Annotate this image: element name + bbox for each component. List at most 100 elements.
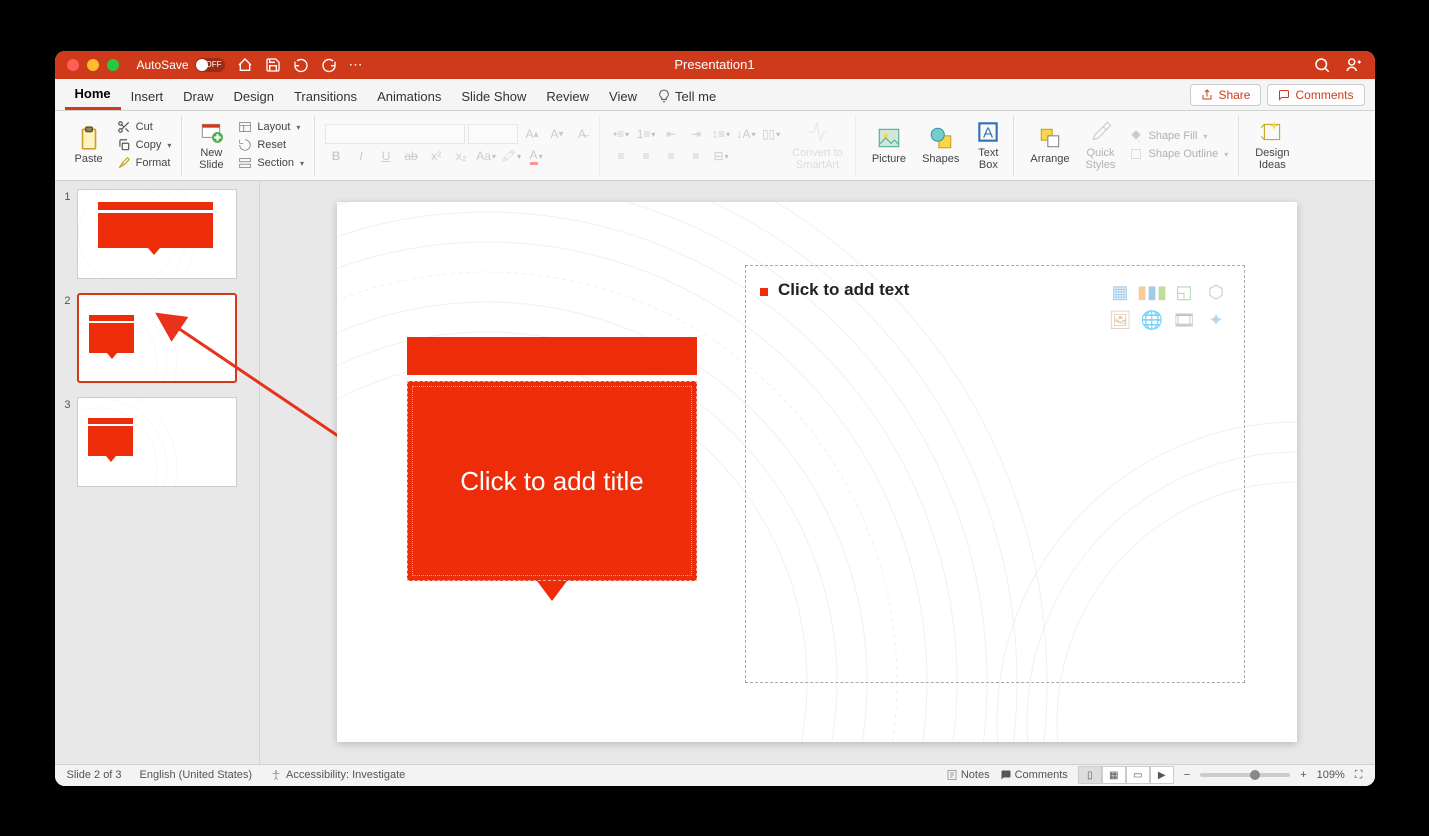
- more-icon[interactable]: ⋯: [349, 56, 365, 73]
- font-color-icon[interactable]: A▾: [525, 146, 547, 166]
- copy-button[interactable]: Copy▾: [113, 137, 176, 153]
- design-ideas-button[interactable]: Design Ideas: [1249, 115, 1295, 176]
- align-center-icon[interactable]: ≡: [635, 146, 657, 166]
- comment-icon: [1000, 769, 1012, 781]
- layout-button[interactable]: Layout▾: [234, 119, 308, 135]
- comments-button[interactable]: Comments: [1267, 84, 1364, 106]
- section-button[interactable]: Section▾: [234, 155, 308, 171]
- home-icon[interactable]: [237, 57, 253, 73]
- insert-video-icon[interactable]: 🎞: [1170, 308, 1198, 332]
- tellme-search[interactable]: Tell me: [647, 83, 726, 110]
- title-placeholder[interactable]: Click to add title: [460, 466, 644, 497]
- change-case-icon[interactable]: Aa▾: [475, 146, 497, 166]
- tab-transitions[interactable]: Transitions: [284, 83, 367, 110]
- tab-home[interactable]: Home: [65, 80, 121, 110]
- share-button[interactable]: Share: [1190, 84, 1261, 106]
- zoom-level[interactable]: 109%: [1317, 769, 1345, 781]
- normal-view-button[interactable]: ▯: [1078, 766, 1102, 784]
- slide-thumbnail-3[interactable]: [77, 397, 237, 487]
- insert-table-icon[interactable]: ▦: [1106, 280, 1134, 304]
- slide-thumbnail-2[interactable]: [77, 293, 237, 383]
- decrease-font-icon[interactable]: A▾: [546, 124, 568, 144]
- slide-thumbnail-1[interactable]: [77, 189, 237, 279]
- autosave-control[interactable]: AutoSave OFF: [137, 58, 225, 72]
- redo-icon[interactable]: [321, 57, 337, 73]
- autosave-toggle[interactable]: OFF: [195, 58, 225, 72]
- undo-icon[interactable]: [293, 57, 309, 73]
- insert-icon-icon[interactable]: ✦: [1202, 308, 1230, 332]
- increase-indent-icon[interactable]: ⇥: [685, 124, 707, 144]
- align-right-icon[interactable]: ≡: [660, 146, 682, 166]
- tab-design[interactable]: Design: [223, 83, 283, 110]
- reading-view-button[interactable]: ▭: [1126, 766, 1150, 784]
- increase-font-icon[interactable]: A▴: [521, 124, 543, 144]
- bold-icon[interactable]: B: [325, 146, 347, 166]
- tab-animations[interactable]: Animations: [367, 83, 451, 110]
- notes-button[interactable]: Notes: [946, 769, 990, 781]
- superscript-icon[interactable]: x²: [425, 146, 447, 166]
- columns-icon[interactable]: ▯▯▾: [760, 124, 782, 144]
- search-icon[interactable]: [1313, 56, 1331, 74]
- highlight-icon[interactable]: 🖍▾: [500, 146, 522, 166]
- maximize-window-button[interactable]: [107, 59, 119, 71]
- insert-chart-icon[interactable]: ▮▮▮: [1138, 280, 1166, 304]
- cut-button[interactable]: Cut: [113, 119, 176, 135]
- fit-to-window-button[interactable]: ⛶: [1355, 769, 1363, 782]
- slide-indicator[interactable]: Slide 2 of 3: [67, 769, 122, 781]
- subscript-icon[interactable]: x₂: [450, 146, 472, 166]
- slide-canvas[interactable]: Click to add title Click to add text ▦ ▮…: [337, 202, 1297, 742]
- font-family-select[interactable]: [325, 124, 465, 144]
- insert-3d-icon[interactable]: ⬡: [1202, 280, 1230, 304]
- quick-styles-button[interactable]: Quick Styles: [1080, 115, 1122, 176]
- tab-review[interactable]: Review: [536, 83, 599, 110]
- numbering-icon[interactable]: 1≡▾: [635, 124, 657, 144]
- line-spacing-icon[interactable]: ↕≡▾: [710, 124, 732, 144]
- justify-icon[interactable]: ≡: [685, 146, 707, 166]
- textbox-icon: A: [975, 119, 1001, 145]
- align-vertical-icon[interactable]: ⊟▾: [710, 146, 732, 166]
- insert-smartart-icon[interactable]: ◱: [1170, 280, 1198, 304]
- tab-insert[interactable]: Insert: [121, 83, 174, 110]
- accessibility-indicator[interactable]: Accessibility: Investigate: [270, 769, 405, 781]
- shapes-button[interactable]: Shapes: [916, 115, 965, 176]
- paste-button[interactable]: Paste: [69, 115, 109, 176]
- picture-button[interactable]: Picture: [866, 115, 912, 176]
- insert-picture-icon[interactable]: 🖼: [1106, 308, 1134, 332]
- slideshow-view-button[interactable]: ▶: [1150, 766, 1174, 784]
- underline-icon[interactable]: U: [375, 146, 397, 166]
- account-icon[interactable]: [1345, 56, 1363, 74]
- reset-button[interactable]: Reset: [234, 137, 308, 153]
- tab-view[interactable]: View: [599, 83, 647, 110]
- shape-fill-button[interactable]: Shape Fill▾: [1125, 128, 1232, 144]
- tab-slideshow[interactable]: Slide Show: [451, 83, 536, 110]
- language-indicator[interactable]: English (United States): [140, 769, 253, 781]
- zoom-in-button[interactable]: +: [1300, 769, 1306, 781]
- title-callout-shape[interactable]: Click to add title: [407, 337, 697, 601]
- slide-thumbnails-panel: 1 2 3: [55, 181, 260, 764]
- arrange-button[interactable]: Arrange: [1024, 115, 1075, 176]
- comments-status-button[interactable]: Comments: [1000, 769, 1068, 781]
- textbox-button[interactable]: AText Box: [969, 115, 1007, 176]
- save-icon[interactable]: [265, 57, 281, 73]
- new-slide-button[interactable]: New Slide: [192, 115, 230, 176]
- zoom-out-button[interactable]: −: [1184, 769, 1190, 781]
- zoom-slider[interactable]: [1200, 773, 1290, 777]
- minimize-window-button[interactable]: [87, 59, 99, 71]
- format-painter-button[interactable]: Format: [113, 155, 176, 171]
- align-left-icon[interactable]: ≡: [610, 146, 632, 166]
- shape-outline-button[interactable]: Shape Outline▾: [1125, 146, 1232, 162]
- content-placeholder[interactable]: Click to add text ▦ ▮▮▮ ◱ ⬡ 🖼 🌐 🎞 ✦: [745, 265, 1245, 683]
- close-window-button[interactable]: [67, 59, 79, 71]
- tab-draw[interactable]: Draw: [173, 83, 223, 110]
- text-direction-icon[interactable]: ↓A▾: [735, 124, 757, 144]
- insert-online-picture-icon[interactable]: 🌐: [1138, 308, 1166, 332]
- clear-format-icon[interactable]: A̶: [571, 124, 593, 144]
- italic-icon[interactable]: I: [350, 146, 372, 166]
- strike-icon[interactable]: ab: [400, 146, 422, 166]
- bullets-icon[interactable]: •≡▾: [610, 124, 632, 144]
- slide-canvas-area[interactable]: Click to add title Click to add text ▦ ▮…: [260, 181, 1375, 764]
- smartart-button[interactable]: Convert to SmartArt: [786, 115, 849, 176]
- decrease-indent-icon[interactable]: ⇤: [660, 124, 682, 144]
- sorter-view-button[interactable]: ▦: [1102, 766, 1126, 784]
- font-size-select[interactable]: [468, 124, 518, 144]
